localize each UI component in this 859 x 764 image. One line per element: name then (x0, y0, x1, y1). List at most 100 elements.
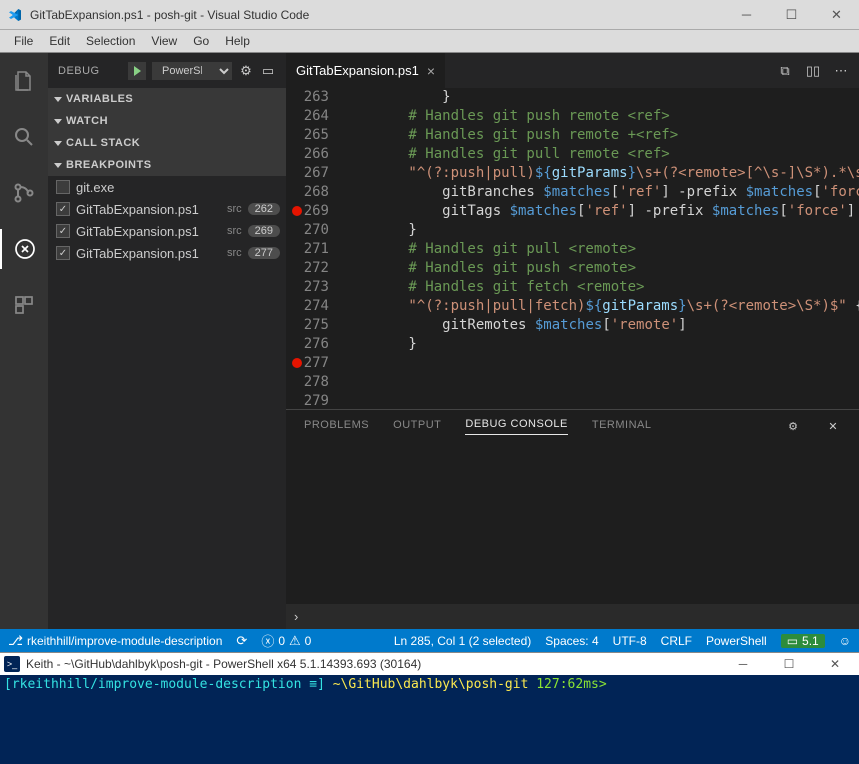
status-bar: ⎇rkeithhill/improve-module-description ⟳… (0, 629, 859, 652)
activity-debug[interactable] (0, 229, 48, 269)
status-feedback[interactable]: ☺ (839, 634, 851, 648)
debug-label: DEBUG (58, 65, 122, 77)
activity-explorer[interactable] (0, 61, 48, 101)
panel-close-icon[interactable]: ✕ (825, 419, 841, 435)
editor-tabs: GitTabExpansion.ps1 × ⧉ ▯▯ ⋯ (286, 53, 859, 88)
editor-tab-active[interactable]: GitTabExpansion.ps1 × (286, 53, 446, 88)
chevron-down-icon (54, 119, 62, 124)
section-header-watch[interactable]: WATCH (48, 110, 286, 132)
breakpoint-row[interactable]: ✓ GitTabExpansion.ps1 src 262 (48, 198, 286, 220)
breakpoint-name: GitTabExpansion.ps1 (76, 202, 221, 217)
titlebar: GitTabExpansion.ps1 - posh-git - Visual … (0, 0, 859, 30)
editor-gutter[interactable]: 2632642652662672682692702712722732742752… (286, 88, 341, 409)
editor-area: GitTabExpansion.ps1 × ⧉ ▯▯ ⋯ 26326426526… (286, 53, 859, 629)
breakpoint-glyph-icon[interactable] (292, 358, 302, 368)
panel-tabs: PROBLEMS OUTPUT DEBUG CONSOLE TERMINAL ⚙… (286, 410, 859, 443)
powershell-icon: >_ (4, 656, 20, 672)
breakpoint-name: GitTabExpansion.ps1 (76, 224, 221, 239)
chevron-right-icon: › (294, 609, 298, 624)
menubar: File Edit Selection View Go Help (0, 30, 859, 53)
sync-icon: ⟳ (236, 633, 247, 649)
term-minimize-button[interactable]: ─ (723, 657, 763, 671)
more-icon[interactable]: ⋯ (833, 63, 849, 79)
term-close-button[interactable]: ✕ (815, 657, 855, 671)
breakpoint-source: src (227, 247, 242, 259)
error-icon: ⓧ (261, 631, 274, 650)
debug-config-select[interactable]: PowerShe (152, 62, 232, 80)
section-variables: VARIABLES (48, 88, 286, 110)
breakpoint-line: 262 (248, 203, 280, 215)
section-watch: WATCH (48, 110, 286, 132)
external-terminal-window: >_ Keith - ~\GitHub\dahlbyk\posh-git - P… (0, 652, 859, 764)
terminal-title: Keith - ~\GitHub\dahlbyk\posh-git - Powe… (26, 657, 421, 671)
debug-console-body[interactable] (286, 443, 859, 604)
breakpoint-glyph-icon[interactable] (292, 206, 302, 216)
breakpoint-name: GitTabExpansion.ps1 (76, 246, 221, 261)
section-header-callstack[interactable]: CALL STACK (48, 132, 286, 154)
status-extension-version[interactable]: ▭5.1 (781, 634, 825, 648)
panel-settings-icon[interactable]: ⚙ (785, 419, 801, 435)
breakpoint-line: 277 (248, 247, 280, 259)
menu-selection[interactable]: Selection (78, 32, 143, 50)
status-eol[interactable]: CRLF (661, 634, 692, 648)
close-button[interactable]: ✕ (814, 0, 859, 30)
code-editor[interactable]: 2632642652662672682692702712722732742752… (286, 88, 859, 409)
status-language[interactable]: PowerShell (706, 634, 767, 648)
maximize-button[interactable]: ☐ (769, 0, 814, 30)
menu-help[interactable]: Help (217, 32, 258, 50)
chevron-down-icon (54, 141, 62, 146)
start-debug-button[interactable] (128, 62, 146, 80)
breakpoint-name: git.exe (76, 180, 286, 195)
split-editor-icon[interactable]: ▯▯ (805, 63, 821, 79)
vscode-logo-icon (0, 7, 30, 23)
breakpoint-line: 269 (248, 225, 280, 237)
gear-icon[interactable]: ⚙ (238, 63, 254, 79)
terminal-body[interactable]: [rkeithhill/improve-module-description ≡… (0, 675, 859, 764)
terminal-icon: ▭ (787, 634, 798, 648)
status-indentation[interactable]: Spaces: 4 (545, 634, 598, 648)
warning-icon: ⚠ (289, 633, 301, 649)
menu-file[interactable]: File (6, 32, 41, 50)
panel-tab-debug-console[interactable]: DEBUG CONSOLE (465, 418, 567, 435)
section-header-variables[interactable]: VARIABLES (48, 88, 286, 110)
term-maximize-button[interactable]: ☐ (769, 657, 809, 671)
panel-tab-terminal[interactable]: TERMINAL (592, 419, 652, 435)
section-header-breakpoints[interactable]: BREAKPOINTS (48, 154, 286, 176)
breakpoint-source: src (227, 225, 242, 237)
breakpoint-row[interactable]: ✓ GitTabExpansion.ps1 src 269 (48, 220, 286, 242)
menu-view[interactable]: View (143, 32, 185, 50)
activity-search[interactable] (0, 117, 48, 157)
checkbox-icon[interactable] (56, 180, 70, 194)
compare-icon[interactable]: ⧉ (777, 63, 793, 79)
checkbox-icon[interactable]: ✓ (56, 202, 70, 216)
menu-go[interactable]: Go (185, 32, 217, 50)
breakpoint-row[interactable]: git.exe (48, 176, 286, 198)
status-sync[interactable]: ⟳ (236, 633, 247, 649)
checkbox-icon[interactable]: ✓ (56, 224, 70, 238)
menu-edit[interactable]: Edit (41, 32, 78, 50)
status-encoding[interactable]: UTF-8 (613, 634, 647, 648)
chevron-down-icon (54, 97, 62, 102)
status-branch[interactable]: ⎇rkeithhill/improve-module-description (8, 633, 222, 649)
panel-tab-problems[interactable]: PROBLEMS (304, 419, 369, 435)
debug-console-input[interactable]: › (286, 604, 859, 629)
debug-header: DEBUG PowerShe ⚙ ▭ (48, 53, 286, 88)
minimize-button[interactable]: ─ (724, 0, 769, 30)
branch-icon: ⎇ (8, 633, 23, 649)
activity-extensions[interactable] (0, 285, 48, 325)
terminal-titlebar: >_ Keith - ~\GitHub\dahlbyk\posh-git - P… (0, 653, 859, 675)
breakpoint-row[interactable]: ✓ GitTabExpansion.ps1 src 277 (48, 242, 286, 264)
debug-sidebar: DEBUG PowerShe ⚙ ▭ VARIABLES WATCH CALL … (48, 53, 286, 629)
close-tab-icon[interactable]: × (427, 63, 435, 79)
section-callstack: CALL STACK (48, 132, 286, 154)
status-errors[interactable]: ⓧ0 ⚠0 (261, 631, 311, 650)
editor-content[interactable]: } # Handles git push remote <ref> # Hand… (341, 88, 859, 409)
debug-console-icon[interactable]: ▭ (260, 63, 276, 79)
breakpoint-source: src (227, 203, 242, 215)
panel-tab-output[interactable]: OUTPUT (393, 419, 441, 435)
checkbox-icon[interactable]: ✓ (56, 246, 70, 260)
activity-scm[interactable] (0, 173, 48, 213)
tab-label: GitTabExpansion.ps1 (296, 63, 419, 78)
status-cursor-position[interactable]: Ln 285, Col 1 (2 selected) (394, 634, 531, 648)
window-title: GitTabExpansion.ps1 - posh-git - Visual … (30, 8, 724, 22)
